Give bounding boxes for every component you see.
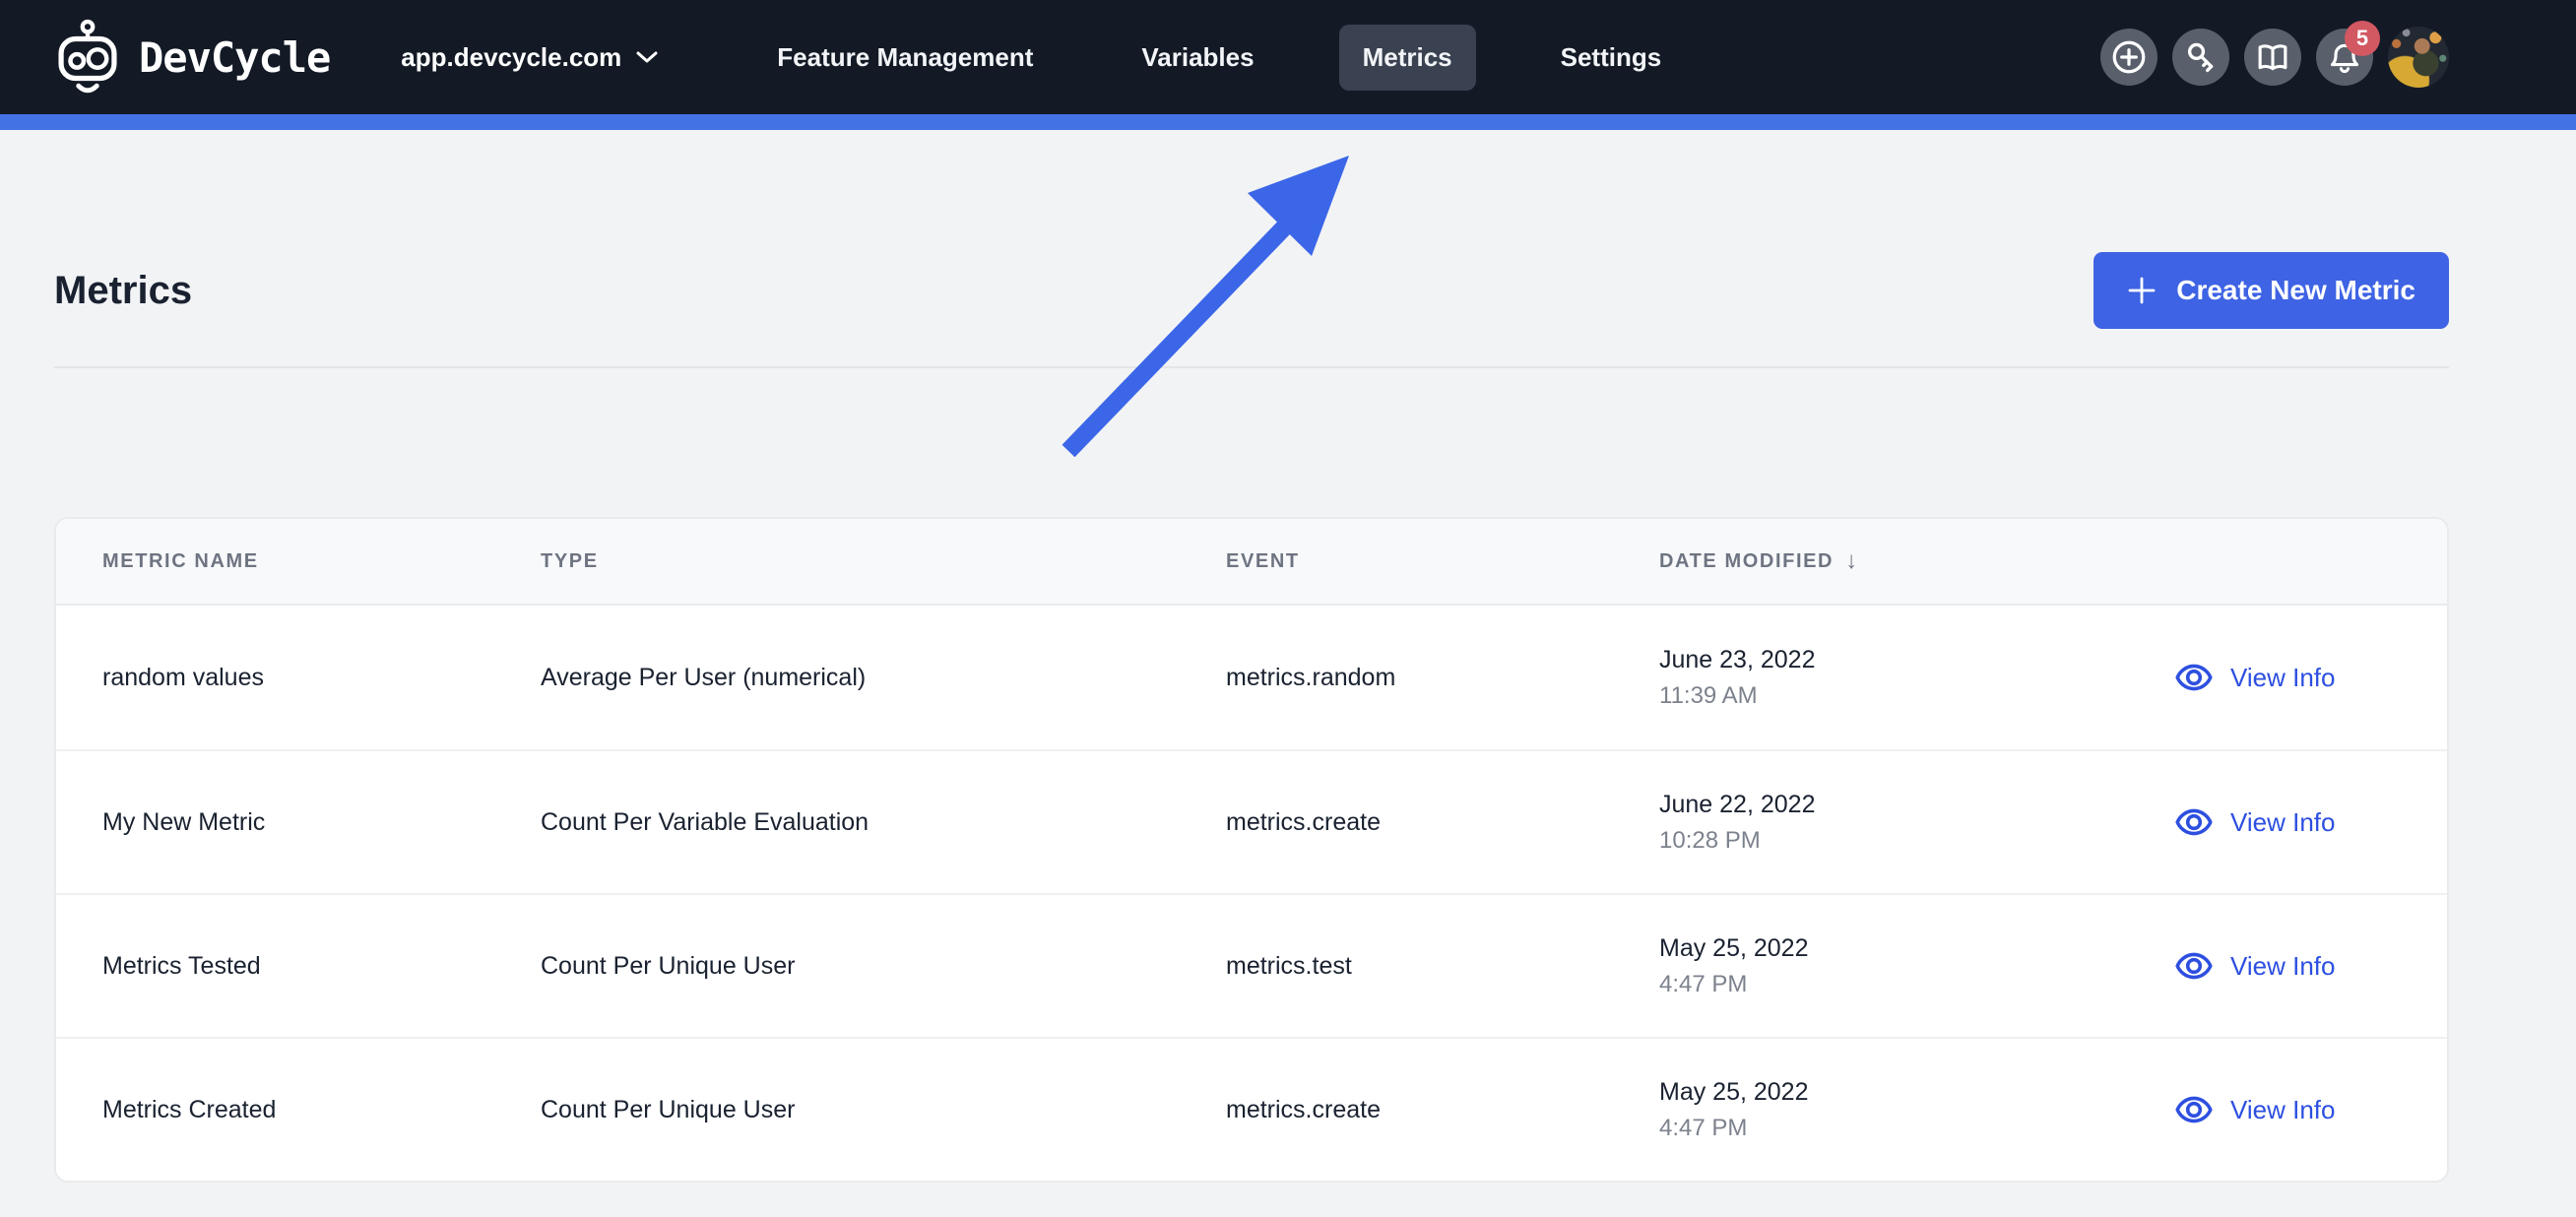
create-new-metric-button[interactable]: Create New Metric [2093,252,2449,329]
org-selector[interactable]: app.devcycle.com [401,42,659,73]
key-icon [2182,38,2220,76]
metric-event-cell: metrics.test [1226,951,1352,980]
eye-icon [2173,945,2215,987]
date-modified-cell: May 25, 2022 4:47 PM [1659,934,2124,998]
metric-name-cell: Metrics Created [102,1095,277,1123]
view-info-link[interactable]: View Info [2173,1089,2335,1130]
metric-type-cell: Average Per User (numerical) [541,663,867,691]
column-header-type[interactable]: Type [541,550,1226,573]
org-selector-label: app.devcycle.com [401,41,622,72]
book-icon [2254,38,2291,76]
add-button[interactable] [2100,29,2157,86]
avatar[interactable] [2388,27,2449,88]
view-info-label: View Info [2230,662,2336,692]
date-value: May 25, 2022 [1659,1077,1809,1106]
metric-name-cell: My New Metric [102,807,266,836]
notifications-button[interactable]: 5 [2316,21,2380,86]
nav-actions: 5 [2100,21,2449,88]
actions-cell: View Info [2124,801,2447,843]
metric-type-cell: Count Per Unique User [541,951,796,980]
date-modified-label: Date Modified [1659,549,1835,572]
devcycle-logo-text: DevCycle [139,32,331,82]
time-value: 10:28 PM [1659,826,1761,854]
page-title: Metrics [54,268,193,312]
metrics-table: Metric Name Type Event Date Modified ↓ r… [54,517,2449,1183]
column-header-event[interactable]: Event [1226,550,1659,573]
page-header: Metrics Create New Metric [54,252,2449,329]
column-header-metric-name[interactable]: Metric Name [102,550,541,573]
metric-name-cell: Metrics Tested [102,951,261,980]
plus-circle-icon [2110,38,2148,76]
devcycle-logo[interactable]: DevCycle [54,18,331,96]
date-modified-cell: June 22, 2022 10:28 PM [1659,791,2124,855]
api-keys-button[interactable] [2172,29,2229,86]
view-info-label: View Info [2230,950,2336,981]
primary-nav: Feature Management Variables Metrics Set… [753,24,1686,91]
date-value: May 25, 2022 [1659,933,1809,962]
nav-item-settings[interactable]: Settings [1537,25,1686,91]
view-info-label: View Info [2230,806,2336,837]
chevron-down-icon [635,49,659,65]
column-header-date-modified[interactable]: Date Modified ↓ [1659,547,2124,575]
table-row: Metrics Created Count Per Unique User me… [56,1037,2447,1181]
table-header-row: Metric Name Type Event Date Modified ↓ [56,519,2447,606]
view-info-link[interactable]: View Info [2173,945,2335,987]
table-row: My New Metric Count Per Variable Evaluat… [56,749,2447,893]
docs-button[interactable] [2244,29,2301,86]
table-row: Metrics Tested Count Per Unique User met… [56,893,2447,1037]
metric-type-cell: Count Per Variable Evaluation [541,807,869,836]
actions-cell: View Info [2124,1089,2447,1130]
devcycle-robot-icon [54,18,121,96]
plus-icon [2127,276,2157,305]
notification-badge: 5 [2345,21,2380,56]
time-value: 4:47 PM [1659,1114,1748,1141]
actions-cell: View Info [2124,657,2447,698]
nav-item-metrics[interactable]: Metrics [1338,24,1476,91]
metric-type-cell: Count Per Unique User [541,1095,796,1123]
page-divider [54,366,2449,368]
view-info-label: View Info [2230,1094,2336,1124]
metric-name-cell: random values [102,663,264,691]
create-new-metric-label: Create New Metric [2176,275,2415,305]
time-value: 11:39 AM [1659,681,1758,709]
top-nav: DevCycle app.devcycle.com Feature Manage… [0,0,2576,114]
table-body: random values Average Per User (numerica… [56,606,2447,1181]
accent-bar [0,114,2576,130]
metric-event-cell: metrics.random [1226,663,1396,691]
metric-event-cell: metrics.create [1226,807,1381,836]
sort-descending-icon: ↓ [1845,547,1859,574]
actions-cell: View Info [2124,945,2447,987]
date-modified-cell: June 23, 2022 11:39 AM [1659,646,2124,710]
table-row: random values Average Per User (numerica… [56,606,2447,749]
view-info-link[interactable]: View Info [2173,657,2335,698]
time-value: 4:47 PM [1659,970,1748,997]
eye-icon [2173,657,2215,698]
date-value: June 23, 2022 [1659,645,1816,673]
nav-item-variables[interactable]: Variables [1118,25,1277,91]
eye-icon [2173,801,2215,843]
view-info-link[interactable]: View Info [2173,801,2335,843]
date-modified-cell: May 25, 2022 4:47 PM [1659,1078,2124,1142]
metric-event-cell: metrics.create [1226,1095,1381,1123]
date-value: June 22, 2022 [1659,790,1816,818]
main-content: Metrics Create New Metric Metric Name Ty… [0,130,2576,1183]
eye-icon [2173,1089,2215,1130]
nav-item-feature-management[interactable]: Feature Management [753,25,1057,91]
